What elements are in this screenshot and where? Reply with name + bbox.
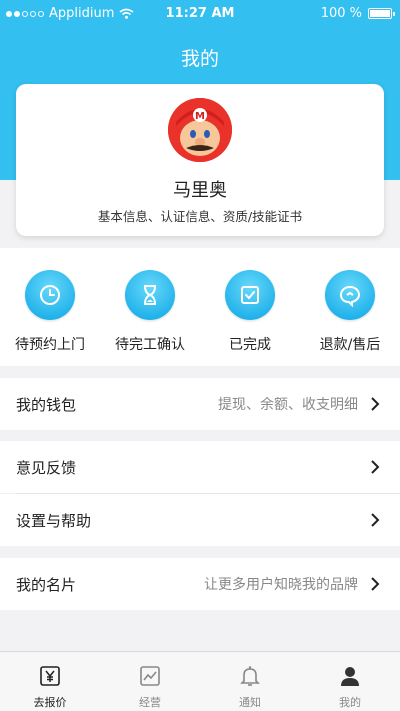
battery-percent: 100 % (320, 6, 362, 21)
menu-hint: 提现、余额、收支明细 (218, 397, 358, 413)
menu-feedback[interactable]: 意见反馈 (0, 441, 400, 493)
menu-wallet[interactable]: 我的钱包 提现、余额、收支明细 (0, 378, 400, 430)
tab-bar: 去报价 经营 通知 我的 (0, 651, 400, 711)
menu-label: 我的钱包 (16, 395, 77, 414)
menu-label: 我的名片 (16, 575, 77, 594)
chevron-right-icon (370, 577, 384, 591)
chevron-right-icon (370, 460, 384, 474)
status-label: 已完成 (229, 337, 271, 353)
status-label: 待预约上门 (15, 337, 85, 353)
chart-icon (138, 664, 162, 688)
tab-business[interactable]: 经营 (100, 652, 200, 711)
chevron-right-icon (370, 513, 384, 527)
status-refund[interactable]: 退款/售后 (300, 248, 400, 366)
menu-settings[interactable]: 设置与帮助 (0, 494, 400, 546)
status-label: 待完工确认 (115, 337, 185, 353)
hourglass-icon (125, 270, 175, 320)
svg-text:M: M (195, 111, 205, 122)
check-icon (225, 270, 275, 320)
profile-subtitle[interactable]: 基本信息、认证信息、资质/技能证书 (16, 206, 384, 225)
status-pending-confirm[interactable]: 待完工确认 (100, 248, 200, 366)
status-completed[interactable]: 已完成 (200, 248, 300, 366)
tab-mine[interactable]: 我的 (300, 652, 400, 711)
menu-label: 设置与帮助 (16, 511, 92, 530)
bell-icon (238, 664, 262, 688)
tab-label: 经营 (139, 696, 161, 709)
avatar-image: M (168, 98, 232, 162)
tab-label: 我的 (339, 696, 361, 709)
status-pending-visit[interactable]: 待预约上门 (0, 248, 100, 366)
user-name: 马里奥 (173, 180, 227, 201)
status-bar: Applidium 11:27 AM 100 % (0, 0, 400, 28)
page-title: 我的 (180, 48, 219, 70)
status-label: 退款/售后 (319, 337, 381, 353)
status-right: 100 % (320, 6, 395, 21)
tab-label: 去报价 (33, 696, 67, 709)
yen-icon (38, 664, 62, 688)
battery-icon (368, 8, 395, 19)
tab-notifications[interactable]: 通知 (200, 652, 300, 711)
clock-icon (25, 270, 75, 320)
tab-label: 通知 (239, 696, 261, 709)
menu-label: 意见反馈 (16, 458, 77, 477)
chevron-right-icon (370, 397, 384, 411)
tab-quote[interactable]: 去报价 (0, 652, 100, 711)
refund-icon (325, 270, 375, 320)
menu-business-card[interactable]: 我的名片 让更多用户知晓我的品牌 (0, 558, 400, 610)
order-status-row: 待预约上门 待完工确认 已完成 退款/售后 (0, 248, 400, 366)
profile-card[interactable]: M 马里奥 基本信息、认证信息、资质/技能证书 (16, 84, 384, 236)
person-icon (338, 664, 362, 688)
avatar[interactable]: M (168, 98, 232, 162)
menu-hint: 让更多用户知晓我的品牌 (204, 577, 358, 593)
